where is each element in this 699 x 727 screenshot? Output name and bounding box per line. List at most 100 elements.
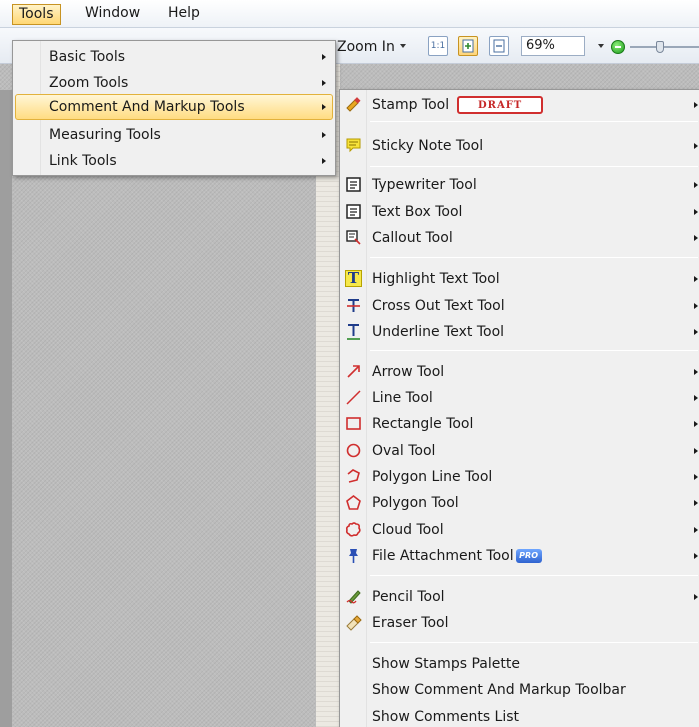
show-comment-markup-toolbar-item[interactable]: Show Comment And Markup Toolbar bbox=[340, 677, 699, 703]
polygon-icon bbox=[345, 494, 362, 511]
submenu-arrow-icon bbox=[322, 104, 326, 110]
polygon-tool-label: Polygon Tool bbox=[372, 495, 459, 511]
submenu-arrow-icon bbox=[694, 102, 698, 108]
pencil-icon bbox=[345, 588, 362, 605]
typewriter-tool-label: Typewriter Tool bbox=[372, 177, 477, 193]
pro-badge: PRO bbox=[515, 549, 542, 563]
line-tool-item[interactable]: Line Tool bbox=[340, 385, 699, 411]
submenu-arrow-icon bbox=[694, 421, 698, 427]
tools-menu-zoom-tools[interactable]: Zoom Tools bbox=[15, 70, 333, 96]
arrow-tool-label: Arrow Tool bbox=[372, 364, 445, 380]
menu-separator bbox=[370, 575, 698, 576]
arrow-tool-item[interactable]: Arrow Tool bbox=[340, 359, 699, 385]
highlight-text-tool-item[interactable]: T Highlight Text Tool bbox=[340, 266, 699, 292]
show-stamps-palette-item[interactable]: Show Stamps Palette bbox=[340, 651, 699, 677]
submenu-arrow-icon bbox=[694, 209, 698, 215]
oval-icon bbox=[345, 442, 362, 459]
file-attachment-tool-label: File Attachment Tool bbox=[372, 548, 514, 564]
sticky-note-tool-item[interactable]: Sticky Note Tool bbox=[340, 133, 699, 159]
menu-separator bbox=[370, 166, 698, 167]
sticky-note-icon bbox=[345, 137, 362, 154]
stamp-tool-item[interactable]: Stamp Tool DRAFT bbox=[340, 92, 699, 118]
zoom-level-dropdown-icon[interactable] bbox=[598, 44, 604, 48]
rectangle-icon bbox=[345, 415, 362, 432]
typewriter-tool-item[interactable]: Typewriter Tool bbox=[340, 172, 699, 198]
cloud-icon bbox=[345, 521, 362, 538]
underline-text-tool-item[interactable]: Underline Text Tool bbox=[340, 319, 699, 345]
zoom-slider-track[interactable] bbox=[630, 46, 699, 48]
eraser-tool-item[interactable]: Eraser Tool bbox=[340, 610, 699, 636]
pencil-tool-label: Pencil Tool bbox=[372, 589, 445, 605]
submenu-arrow-icon bbox=[694, 182, 698, 188]
submenu-arrow-icon bbox=[694, 474, 698, 480]
submenu-arrow-icon bbox=[694, 329, 698, 335]
fit-width-icon bbox=[493, 39, 505, 53]
tools-menu-item-label: Link Tools bbox=[49, 153, 117, 169]
rectangle-tool-label: Rectangle Tool bbox=[372, 416, 474, 432]
submenu-arrow-icon bbox=[694, 448, 698, 454]
tools-menu-item-label: Basic Tools bbox=[49, 49, 126, 65]
pushpin-icon bbox=[345, 547, 362, 564]
polygon-line-tool-item[interactable]: Polygon Line Tool bbox=[340, 464, 699, 490]
submenu-arrow-icon bbox=[322, 80, 326, 86]
zoom-slider-thumb[interactable] bbox=[656, 41, 664, 53]
underline-text-icon bbox=[345, 323, 362, 340]
oval-tool-item[interactable]: Oval Tool bbox=[340, 438, 699, 464]
submenu-arrow-icon bbox=[694, 303, 698, 309]
menu-separator bbox=[370, 121, 698, 122]
tools-menu-comment-and-markup-tools[interactable]: Comment And Markup Tools bbox=[15, 94, 333, 120]
menu-window[interactable]: Window bbox=[79, 4, 146, 25]
tools-menu: Basic Tools Zoom Tools Comment And Marku… bbox=[12, 40, 336, 176]
comment-markup-submenu: Stamp Tool DRAFT Sticky Note Tool Typewri… bbox=[339, 89, 699, 727]
polygon-tool-item[interactable]: Polygon Tool bbox=[340, 490, 699, 516]
submenu-arrow-icon bbox=[694, 276, 698, 282]
text-box-tool-item[interactable]: Text Box Tool bbox=[340, 199, 699, 225]
cross-out-text-tool-item[interactable]: Cross Out Text Tool bbox=[340, 293, 699, 319]
tools-menu-measuring-tools[interactable]: Measuring Tools bbox=[15, 122, 333, 148]
fit-page-button[interactable] bbox=[458, 36, 478, 56]
tools-menu-item-label: Measuring Tools bbox=[49, 127, 161, 143]
sticky-note-tool-label: Sticky Note Tool bbox=[372, 138, 484, 154]
menu-help[interactable]: Help bbox=[162, 4, 206, 25]
show-comments-list-item[interactable]: Show Comments List bbox=[340, 704, 699, 727]
fit-page-icon bbox=[462, 39, 474, 53]
file-attachment-tool-item[interactable]: File Attachment Tool PRO bbox=[340, 543, 699, 569]
actual-size-button[interactable]: 1:1 bbox=[428, 36, 448, 56]
cloud-tool-label: Cloud Tool bbox=[372, 522, 444, 538]
zoom-level-field[interactable]: 69% bbox=[521, 36, 585, 56]
show-comment-markup-toolbar-label: Show Comment And Markup Toolbar bbox=[372, 682, 626, 698]
zoom-in-dropdown-icon[interactable] bbox=[400, 44, 406, 48]
zoom-in-button[interactable]: Zoom In bbox=[337, 36, 395, 58]
submenu-arrow-icon bbox=[694, 143, 698, 149]
callout-tool-item[interactable]: Callout Tool bbox=[340, 225, 699, 251]
pencil-tool-item[interactable]: Pencil Tool bbox=[340, 584, 699, 610]
callout-tool-label: Callout Tool bbox=[372, 230, 453, 246]
navigation-panel-edge bbox=[0, 90, 12, 727]
text-box-tool-label: Text Box Tool bbox=[372, 204, 463, 220]
polygon-line-tool-label: Polygon Line Tool bbox=[372, 469, 493, 485]
draft-stamp-preview: DRAFT bbox=[457, 96, 544, 114]
cross-out-text-tool-label: Cross Out Text Tool bbox=[372, 298, 505, 314]
menu-tools[interactable]: Tools bbox=[12, 4, 61, 25]
submenu-arrow-icon bbox=[694, 594, 698, 600]
submenu-arrow-icon bbox=[694, 235, 698, 241]
stamp-tool-label: Stamp Tool bbox=[372, 97, 450, 113]
line-icon bbox=[345, 389, 362, 406]
eraser-tool-label: Eraser Tool bbox=[372, 615, 449, 631]
stamp-icon bbox=[345, 96, 362, 113]
menu-bar: Tools Window Help bbox=[0, 0, 699, 28]
actual-size-label: 1:1 bbox=[430, 41, 446, 51]
polygon-line-icon bbox=[345, 468, 362, 485]
eraser-icon bbox=[345, 614, 362, 631]
menu-separator bbox=[370, 350, 698, 351]
tools-menu-link-tools[interactable]: Link Tools bbox=[15, 148, 333, 174]
fit-width-button[interactable] bbox=[489, 36, 509, 56]
zoom-out-icon[interactable] bbox=[611, 40, 625, 54]
oval-tool-label: Oval Tool bbox=[372, 443, 436, 459]
submenu-arrow-icon bbox=[694, 527, 698, 533]
tools-menu-basic-tools[interactable]: Basic Tools bbox=[15, 44, 333, 70]
rectangle-tool-item[interactable]: Rectangle Tool bbox=[340, 411, 699, 437]
cloud-tool-item[interactable]: Cloud Tool bbox=[340, 517, 699, 543]
underline-text-tool-label: Underline Text Tool bbox=[372, 324, 505, 340]
line-tool-label: Line Tool bbox=[372, 390, 433, 406]
